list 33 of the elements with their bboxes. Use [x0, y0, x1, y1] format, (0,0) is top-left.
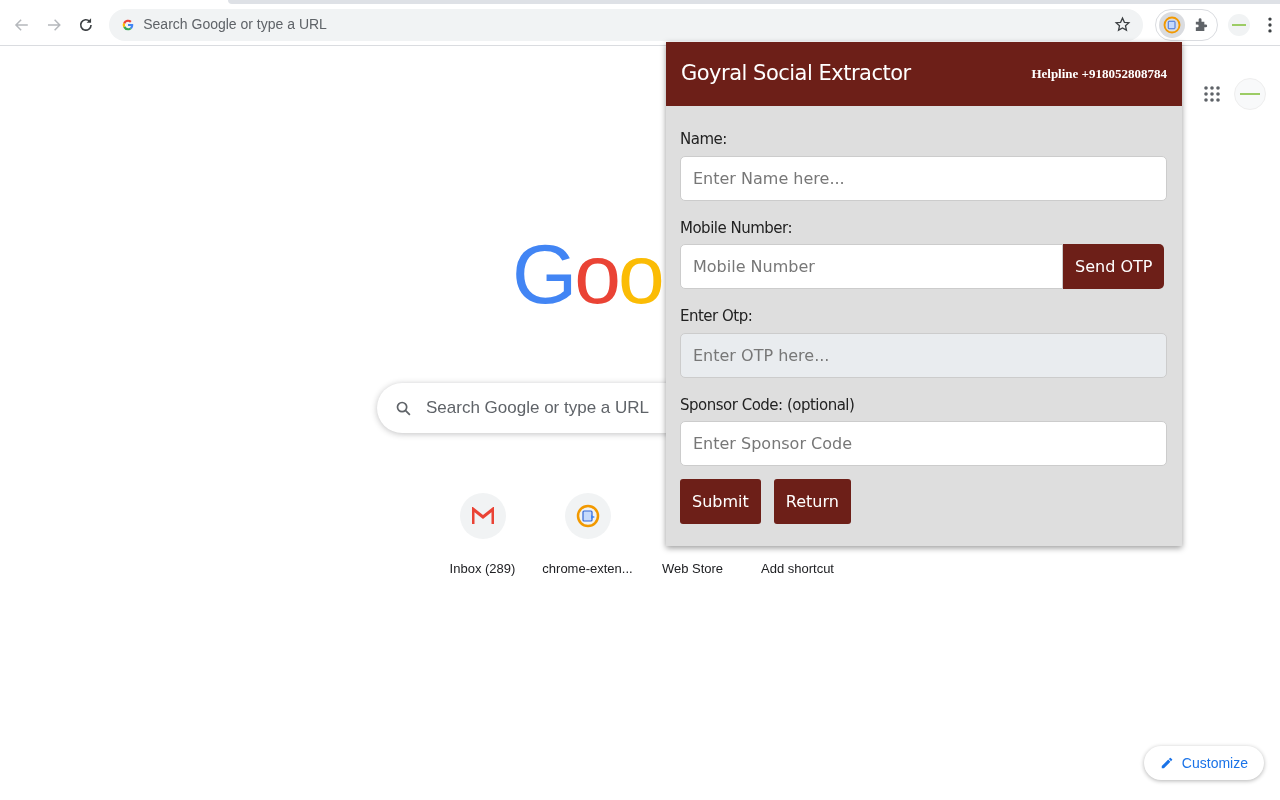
field-label: Enter Otp:	[680, 306, 754, 327]
input-field[interactable]: Mobile Number	[680, 244, 1063, 289]
field-label: Sponsor Code: (optional)	[680, 394, 856, 416]
shortcut-label[interactable]: Add shortcut	[761, 559, 834, 579]
shortcut-tile[interactable]	[564, 493, 611, 539]
pencil-icon	[1159, 756, 1174, 770]
extension-button[interactable]	[1159, 11, 1186, 38]
address-placeholder: Search Google or type a URL	[143, 15, 328, 34]
form-button[interactable]: Submit	[680, 479, 761, 524]
apps-icon[interactable]	[1204, 86, 1220, 102]
helpline-text: Helpline +918052808784	[1031, 65, 1167, 84]
star-icon[interactable]	[1114, 16, 1132, 33]
google-icon	[121, 17, 136, 32]
send-otp-button[interactable]: Send OTP	[1063, 244, 1165, 289]
extension-icon	[575, 504, 600, 528]
input-field[interactable]: Enter Sponsor Code	[680, 421, 1167, 466]
field-label: Name:	[680, 129, 728, 150]
customize-button[interactable]: Customize	[1143, 746, 1264, 780]
mail-icon	[471, 507, 494, 525]
popup-title: Goyral Social Extractor	[681, 60, 911, 88]
search-placeholder: Search Google or type a URL	[426, 397, 649, 420]
form-button[interactable]: Return	[773, 479, 851, 524]
menu-icon[interactable]	[1268, 16, 1272, 33]
field-label: Mobile Number:	[680, 217, 794, 239]
shortcut-label[interactable]: chrome-exten...	[542, 559, 633, 579]
search-icon	[395, 399, 412, 417]
address-bar[interactable]: Search Google or type a URL	[109, 8, 1144, 41]
shortcut-tile[interactable]	[459, 493, 506, 539]
shortcut-label[interactable]: Web Store	[661, 559, 724, 579]
input-field[interactable]: Enter Name here...	[680, 155, 1167, 201]
shortcut-label[interactable]: Inbox (289)	[449, 559, 516, 579]
extension-icon	[1163, 15, 1182, 34]
google-logo: Goo	[512, 228, 662, 320]
